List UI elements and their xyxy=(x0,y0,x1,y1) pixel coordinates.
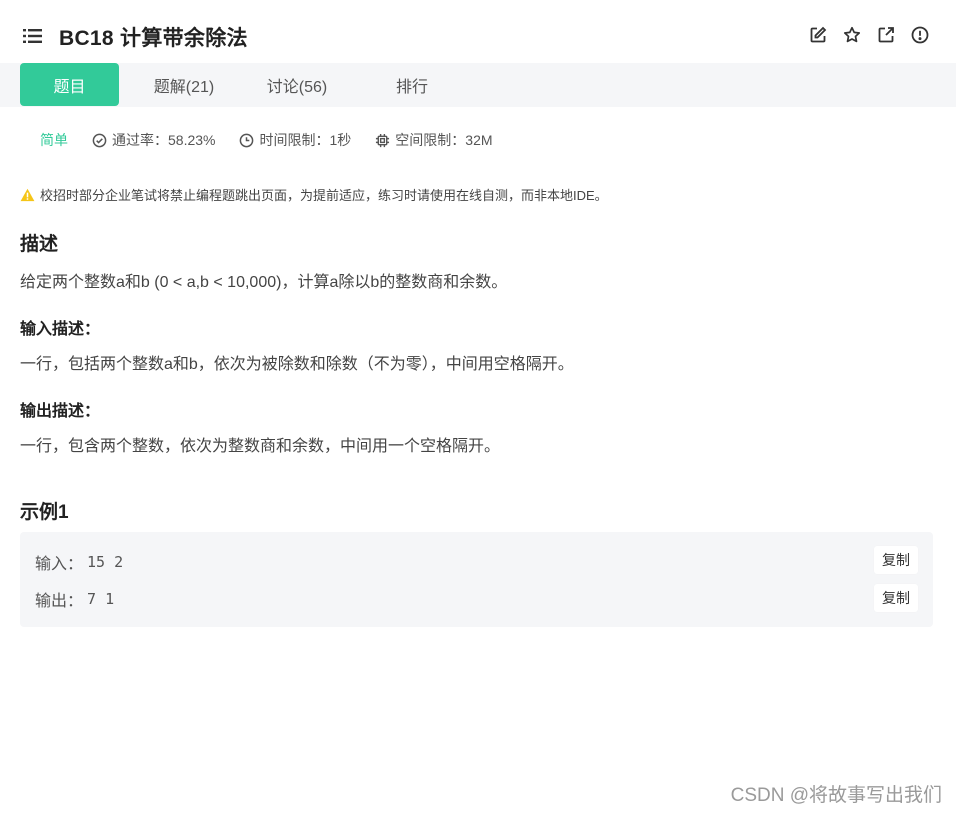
output-description-text: 一行，包含两个整数，依次为整数商和余数，中间用一个空格隔开。 xyxy=(20,438,501,455)
check-circle-icon xyxy=(92,133,107,147)
output-description-heading: 输出描述： xyxy=(20,403,101,420)
input-description-text: 一行，包括两个整数a和b，依次为被除数和除数（不为零），中间用空格隔开。 xyxy=(20,356,574,373)
list-menu-icon[interactable] xyxy=(23,28,43,44)
problem-meta: 简单 通过率：58.23% 时间限制：1秒 空间限制：32M xyxy=(40,130,517,150)
time-limit: 时间限制：1秒 xyxy=(239,130,351,150)
example-heading: 示例1 xyxy=(20,502,69,523)
problem-header: BC18 计算带余除法 xyxy=(0,0,956,63)
chip-icon xyxy=(376,133,390,147)
example-input-value: 15 2 xyxy=(87,553,124,571)
input-description-heading: 输入描述： xyxy=(20,321,101,338)
tab-ranking[interactable]: 排行 xyxy=(360,63,464,106)
edit-icon[interactable] xyxy=(808,25,828,45)
clock-icon xyxy=(240,133,254,147)
example-output-row: 输出： 7 1 xyxy=(35,587,114,611)
example-input-label: 输入： xyxy=(35,556,84,573)
pass-rate-text: 通过率：58.23% xyxy=(112,132,216,148)
example-box: 输入： 15 2 复制 输出： 7 1 复制 xyxy=(20,532,933,627)
example-output-value: 7 1 xyxy=(87,590,115,608)
space-limit: 空间限制：32M xyxy=(375,130,493,150)
tab-problem[interactable]: 题目 xyxy=(20,63,119,106)
description-heading: 描述 xyxy=(20,234,59,255)
copy-input-button[interactable]: 复制 xyxy=(874,546,918,574)
warning-icon xyxy=(20,188,35,201)
difficulty-badge: 简单 xyxy=(40,132,68,148)
page-title: BC18 计算带余除法 xyxy=(59,27,248,50)
copy-output-button[interactable]: 复制 xyxy=(874,584,918,612)
watermark: CSDN @将故事写出我们 xyxy=(730,785,942,806)
tab-bar: 题目 题解(21) 讨论(56) 排行 xyxy=(0,63,956,107)
tab-discussion[interactable]: 讨论(56) xyxy=(245,63,349,106)
space-limit-text: 空间限制：32M xyxy=(395,132,493,148)
star-icon[interactable] xyxy=(842,25,862,45)
pass-rate: 通过率：58.23% xyxy=(92,130,215,150)
header-actions xyxy=(808,25,930,45)
ide-notice: 校招时部分企业笔试将禁止编程题跳出页面，为提前适应，练习时请使用在线自测，而非本… xyxy=(20,185,608,204)
example-input-row: 输入： 15 2 xyxy=(35,550,123,574)
tab-solutions[interactable]: 题解(21) xyxy=(132,63,236,106)
example-output-label: 输出： xyxy=(35,593,84,610)
alert-icon[interactable] xyxy=(910,25,930,45)
external-link-icon[interactable] xyxy=(876,25,896,45)
notice-text: 校招时部分企业笔试将禁止编程题跳出页面，为提前适应，练习时请使用在线自测，而非本… xyxy=(40,188,608,203)
description-text: 给定两个整数a和b (0 < a,b < 10,000)，计算a除以b的整数商和… xyxy=(20,274,508,291)
time-limit-text: 时间限制：1秒 xyxy=(259,132,352,148)
